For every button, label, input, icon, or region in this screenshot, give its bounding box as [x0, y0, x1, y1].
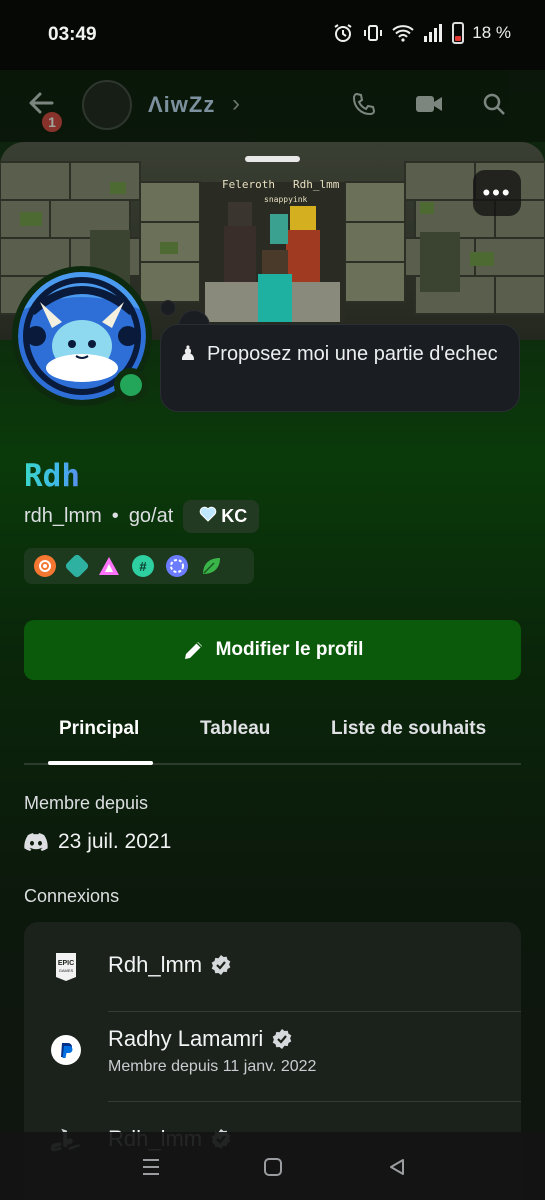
vibrate-icon [362, 22, 384, 44]
signal-icon [422, 22, 444, 44]
wifi-icon [392, 22, 414, 44]
active-tab-indicator [48, 761, 153, 765]
member-since-row: 23 juil. 2021 [24, 830, 171, 854]
separator-dot: • [111, 505, 119, 527]
tab-wishlist[interactable]: Liste de souhaits [331, 718, 486, 740]
channel-header: 1 ΛiwZz › [0, 70, 545, 142]
banner-label-snappyink: snappyink [264, 195, 308, 204]
profile-badges: # [24, 548, 254, 584]
verified-icon [211, 955, 231, 975]
alarm-icon [332, 22, 354, 44]
video-icon[interactable] [415, 90, 443, 118]
channel-name[interactable]: ΛiwZz [148, 92, 215, 118]
paypal-icon [50, 1034, 82, 1066]
connection-name: Radhy Lamamri [108, 1026, 293, 1052]
connection-name: Rdh_lmm [108, 952, 232, 978]
tab-principal[interactable]: Principal [59, 718, 139, 740]
guild-tag-label: KC [221, 506, 248, 526]
member-since-label: Membre depuis [24, 793, 149, 813]
back-icon[interactable] [382, 1152, 412, 1182]
leaf-icon[interactable] [200, 555, 222, 577]
verified-icon [272, 1029, 292, 1049]
status-icons: 18 % [332, 22, 511, 44]
epic-games-icon: EPIC GAMES [50, 951, 82, 983]
edit-profile-label: Modifier le profil [215, 639, 364, 660]
chevron-right-icon: › [232, 90, 240, 117]
sheet-drag-handle[interactable] [245, 156, 300, 162]
unread-badge: 1 [40, 110, 64, 134]
guild-tag[interactable]: KC [183, 500, 260, 533]
thought-dot-small [160, 300, 176, 316]
recents-icon[interactable] [136, 1152, 166, 1182]
status-time: 03:49 [48, 24, 97, 45]
tab-tableau[interactable]: Tableau [200, 718, 270, 740]
banner-label-rdh: Rdh_lmm [293, 178, 340, 191]
battery-icon [452, 22, 465, 44]
pronouns: go/at [128, 505, 174, 527]
discord-icon [24, 833, 48, 851]
channel-avatar[interactable] [82, 80, 132, 130]
member-since-date: 23 juil. 2021 [58, 830, 172, 853]
chess-pawn-icon: ♟ [179, 343, 197, 365]
username: rdh_lmm [24, 505, 102, 527]
connections-label: Connexions [24, 886, 120, 906]
username-row: rdh_lmm • go/at KC [24, 500, 260, 533]
home-icon[interactable] [258, 1152, 288, 1182]
profile-sheet: Feleroth Rdh_lmm snappyink ••• ♟ Propose… [0, 142, 545, 1200]
custom-status-bubble[interactable]: ♟ Proposez moi une partie d'echec [160, 324, 520, 412]
display-name: Rdh [24, 458, 80, 494]
connection-row[interactable]: EPIC GAMES Rdh_lmm [24, 922, 521, 1012]
connection-subtext: Membre depuis 11 janv. 2022 [108, 1058, 317, 1075]
hypesquad-balance-icon[interactable] [34, 555, 56, 577]
heart-icon [199, 506, 217, 527]
status-bar: 03:49 18 % [0, 0, 545, 70]
online-status-indicator [114, 368, 148, 402]
profile-tabs: Principal Tableau Liste de souhaits [24, 708, 521, 765]
connection-row[interactable]: Radhy Lamamri Membre depuis 11 janv. 202… [24, 1006, 521, 1102]
svg-text:GAMES: GAMES [59, 968, 74, 973]
pencil-icon [184, 642, 202, 659]
banner-label-feleroth: Feleroth [222, 178, 275, 191]
active-developer-icon[interactable] [64, 553, 90, 579]
search-icon[interactable] [480, 90, 508, 118]
more-options-button[interactable]: ••• [473, 170, 521, 216]
system-nav-bar [0, 1132, 545, 1200]
nitro-icon[interactable] [98, 555, 120, 577]
battery-percent: 18 % [472, 23, 511, 42]
boost-icon[interactable] [166, 555, 188, 577]
custom-status-text: Proposez moi une partie d'echec [206, 343, 498, 365]
edit-profile-button[interactable]: Modifier le profil [24, 620, 521, 680]
phone-call-icon[interactable] [350, 90, 378, 118]
hashtag-icon[interactable]: # [132, 555, 154, 577]
svg-text:EPIC: EPIC [58, 960, 74, 967]
